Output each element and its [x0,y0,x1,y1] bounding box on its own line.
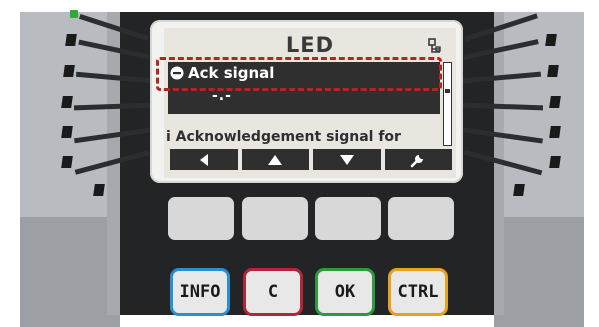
led-indicator [65,34,77,46]
function-key-2[interactable] [242,197,308,240]
led-indicator [93,184,105,196]
lcd-display: LED Ack signal -.- i Acknowledgement sig… [164,28,456,178]
info-button[interactable]: INFO [170,268,230,316]
led-indicator [547,65,559,77]
led-indicator [61,126,73,138]
highlight-marker [156,57,442,91]
softkey-edit[interactable] [384,149,452,170]
triangle-up-icon [268,154,283,165]
softkey-down[interactable] [313,149,381,170]
triangle-left-icon [199,153,208,166]
softkey-up[interactable] [241,149,309,170]
info-text: i Acknowledgement signal for [166,129,401,145]
led-indicator [549,96,561,108]
function-key-3[interactable] [315,197,381,240]
led-indicator [549,126,561,138]
led-indicator [61,96,73,108]
triangle-down-icon [339,154,354,165]
clear-button[interactable]: C [243,268,303,316]
led-indicator [63,65,75,77]
ctrl-button[interactable]: CTRL [388,268,448,316]
led-indicator [549,156,561,168]
function-key-4[interactable] [388,197,454,240]
wrench-icon [410,154,424,167]
function-key-1[interactable] [168,197,234,240]
led-indicator-on [70,10,78,18]
softkey-back[interactable] [170,149,238,170]
screen-title: LED [285,33,335,57]
led-indicator [513,184,525,196]
menu-tree-icon [428,38,441,53]
led-indicator [61,156,73,168]
led-indicator [545,34,557,46]
scrollbar[interactable] [443,62,452,146]
scrollbar-thumb[interactable] [445,89,450,93]
ok-button[interactable]: OK [315,268,375,316]
softkey-bar [170,149,452,170]
device-front-panel: LED Ack signal -.- i Acknowledgement sig… [0,0,599,327]
